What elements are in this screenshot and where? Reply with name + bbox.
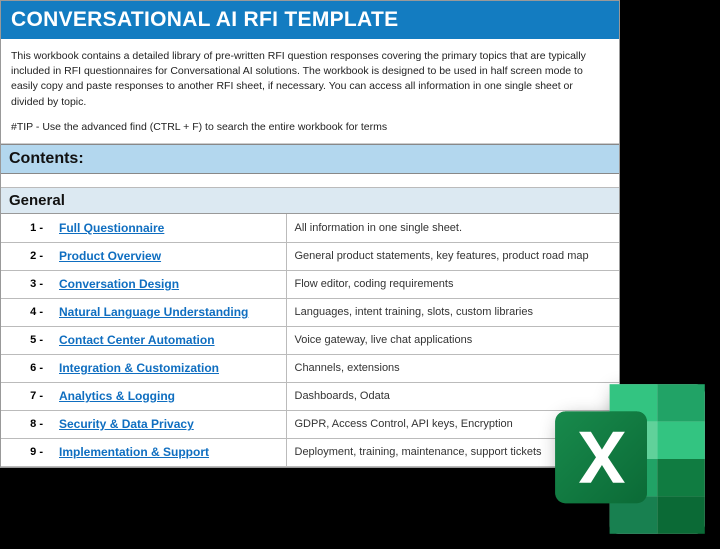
toc-link[interactable]: Contact Center Automation: [59, 333, 215, 347]
row-number: 8 -: [1, 410, 51, 438]
table-row: 7 -Analytics & LoggingDashboards, Odata: [1, 382, 619, 410]
row-description: Voice gateway, live chat applications: [286, 326, 619, 354]
row-link-cell: Analytics & Logging: [51, 382, 286, 410]
row-link-cell: Security & Data Privacy: [51, 410, 286, 438]
row-link-cell: Natural Language Understanding: [51, 298, 286, 326]
contents-heading: Contents:: [1, 144, 619, 174]
toc-link[interactable]: Analytics & Logging: [59, 389, 175, 403]
intro-body: This workbook contains a detailed librar…: [11, 49, 607, 110]
toc-link[interactable]: Full Questionnaire: [59, 221, 164, 235]
table-row: 2 - Product Overview General product state…: [1, 242, 619, 270]
row-description: All information in one single sheet.: [286, 214, 619, 242]
row-number: 7 -: [1, 382, 51, 410]
row-number: 9 -: [1, 438, 51, 466]
intro-block: This workbook contains a detailed librar…: [1, 39, 619, 144]
toc-link[interactable]: Conversation Design: [59, 277, 179, 291]
section-heading-general: General: [1, 188, 619, 214]
table-row: 8 -Security & Data PrivacyGDPR, Access C…: [1, 410, 619, 438]
row-number: 1 -: [1, 214, 51, 242]
table-row: 4 - Natural Language Understanding Languag…: [1, 298, 619, 326]
table-row: 5 - Contact Center Automation Voice gatewa…: [1, 326, 619, 354]
table-row: 3 - Conversation Design Flow editor, codin…: [1, 270, 619, 298]
toc-link[interactable]: Security & Data Privacy: [59, 417, 194, 431]
row-number: 2 -: [1, 242, 51, 270]
row-link-cell: Product Overview: [51, 242, 286, 270]
row-link-cell: Contact Center Automation: [51, 326, 286, 354]
toc-link[interactable]: Natural Language Understanding: [59, 305, 248, 319]
toc-link[interactable]: Product Overview: [59, 249, 161, 263]
table-row: 1 - Full Questionnaire All information in …: [1, 214, 619, 242]
row-number: 6 -: [1, 354, 51, 382]
intro-tip: #TIP - Use the advanced find (CTRL + F) …: [11, 120, 607, 135]
row-number: 3 -: [1, 270, 51, 298]
row-link-cell: Implementation & Support: [51, 438, 286, 466]
table-row: 9 -Implementation & SupportDeployment, t…: [1, 438, 619, 466]
page-title: CONVERSATIONAL AI RFI TEMPLATE: [1, 1, 619, 39]
row-description: Flow editor, coding requirements: [286, 270, 619, 298]
row-description: Languages, intent training, slots, custo…: [286, 298, 619, 326]
row-link-cell: Integration & Customization: [51, 354, 286, 382]
excel-icon: [545, 374, 715, 544]
row-link-cell: Full Questionnaire: [51, 214, 286, 242]
row-link-cell: Conversation Design: [51, 270, 286, 298]
toc-table: 1 - Full Questionnaire All information in …: [1, 214, 619, 467]
row-number: 4 -: [1, 298, 51, 326]
row-number: 5 -: [1, 326, 51, 354]
row-description: General product statements, key features…: [286, 242, 619, 270]
workbook-sheet: CONVERSATIONAL AI RFI TEMPLATE This work…: [0, 0, 620, 468]
spacer: [1, 174, 619, 188]
toc-link[interactable]: Implementation & Support: [59, 445, 209, 459]
toc-link[interactable]: Integration & Customization: [59, 361, 219, 375]
table-row: 6 -Integration & CustomizationChannels, …: [1, 354, 619, 382]
